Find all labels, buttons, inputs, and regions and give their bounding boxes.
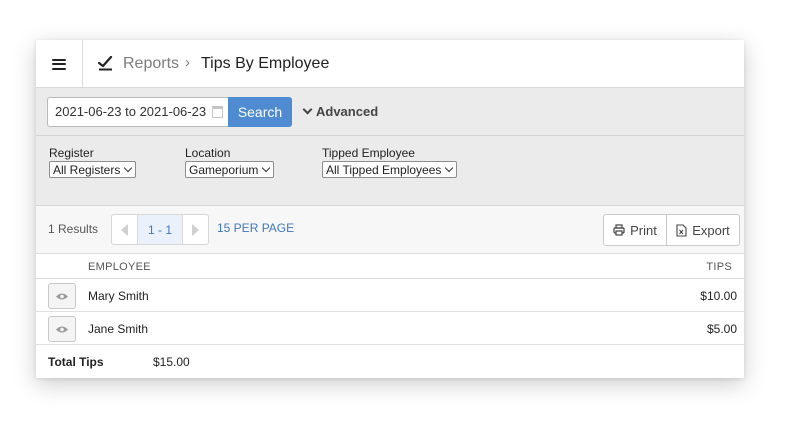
advanced-label: Advanced [316, 104, 379, 119]
chevron-right-icon [192, 223, 199, 236]
results-count: 1 Results [48, 222, 99, 236]
print-button[interactable]: Print [604, 215, 667, 245]
total-tips-value: $15.00 [153, 355, 190, 369]
column-header-tips[interactable]: TIPS [706, 261, 732, 273]
breadcrumb-separator: › [185, 54, 190, 71]
results-toolbar: 1 Results 1 - 1 15 PER PAGE Print Export [36, 206, 744, 254]
chevron-down-icon [445, 163, 454, 173]
location-selected: Gameporium [189, 163, 259, 177]
register-selected: All Registers [53, 163, 121, 177]
chevron-left-icon [121, 223, 128, 236]
chevron-down-icon [262, 163, 271, 173]
hamburger-icon [52, 58, 66, 70]
calendar-icon[interactable] [212, 106, 223, 118]
page-title: Tips By Employee [201, 55, 330, 72]
filter-panel: 2021-06-23 to 2021-06-23 Search Advanced… [36, 88, 744, 206]
per-page-selector[interactable]: 15 PER PAGE [217, 221, 294, 235]
tipped-employee-selected: All Tipped Employees [326, 163, 442, 177]
menu-button[interactable] [36, 40, 83, 88]
pagination: 1 - 1 [111, 214, 209, 245]
table-row: Mary Smith $10.00 [36, 279, 744, 312]
eye-icon [56, 293, 68, 299]
tips-amount: $10.00 [700, 289, 737, 303]
date-range-input[interactable]: 2021-06-23 to 2021-06-23 [47, 97, 228, 127]
view-button[interactable] [48, 316, 76, 342]
eye-icon [56, 326, 68, 332]
employee-name: Mary Smith [88, 289, 149, 303]
chart-line-icon [98, 55, 113, 71]
report-panel: Reports › Tips By Employee 2021-06-23 to… [36, 40, 744, 378]
print-label: Print [630, 222, 657, 238]
export-label: Export [692, 222, 730, 238]
employee-name: Jane Smith [88, 322, 149, 336]
export-button[interactable]: Export [667, 215, 739, 245]
total-tips-label: Total Tips [48, 355, 104, 369]
totals-row: Total Tips $15.00 [36, 346, 744, 378]
table-header: EMPLOYEE TIPS [36, 254, 744, 279]
column-header-employee[interactable]: EMPLOYEE [88, 261, 151, 273]
tipped-employee-filter: Tipped Employee All Tipped Employees [322, 146, 458, 179]
page-range: 1 - 1 [138, 215, 182, 244]
register-label: Register [49, 146, 94, 160]
action-buttons: Print Export [603, 214, 740, 246]
search-button[interactable]: Search [228, 97, 292, 127]
location-select[interactable]: Gameporium [185, 161, 275, 178]
top-header: Reports › Tips By Employee [36, 40, 744, 88]
breadcrumb-reports[interactable]: Reports [123, 55, 179, 73]
register-select[interactable]: All Registers [49, 161, 137, 178]
printer-icon [613, 224, 625, 236]
next-page-button[interactable] [182, 215, 208, 244]
excel-file-icon [676, 223, 687, 237]
table-row: Jane Smith $5.00 [36, 312, 744, 345]
tips-amount: $5.00 [706, 322, 737, 336]
advanced-toggle[interactable]: Advanced [302, 104, 378, 119]
divider [36, 135, 744, 136]
location-label: Location [185, 146, 231, 160]
tipped-employee-select[interactable]: All Tipped Employees [322, 161, 458, 178]
chevron-down-icon [124, 163, 133, 173]
location-filter: Location Gameporium [185, 146, 275, 179]
chevron-down-icon [302, 104, 313, 115]
register-filter: Register All Registers [49, 146, 137, 179]
date-range-value: 2021-06-23 to 2021-06-23 [55, 104, 207, 119]
prev-page-button[interactable] [112, 215, 138, 244]
view-button[interactable] [48, 283, 76, 309]
tipped-employee-label: Tipped Employee [322, 146, 415, 160]
